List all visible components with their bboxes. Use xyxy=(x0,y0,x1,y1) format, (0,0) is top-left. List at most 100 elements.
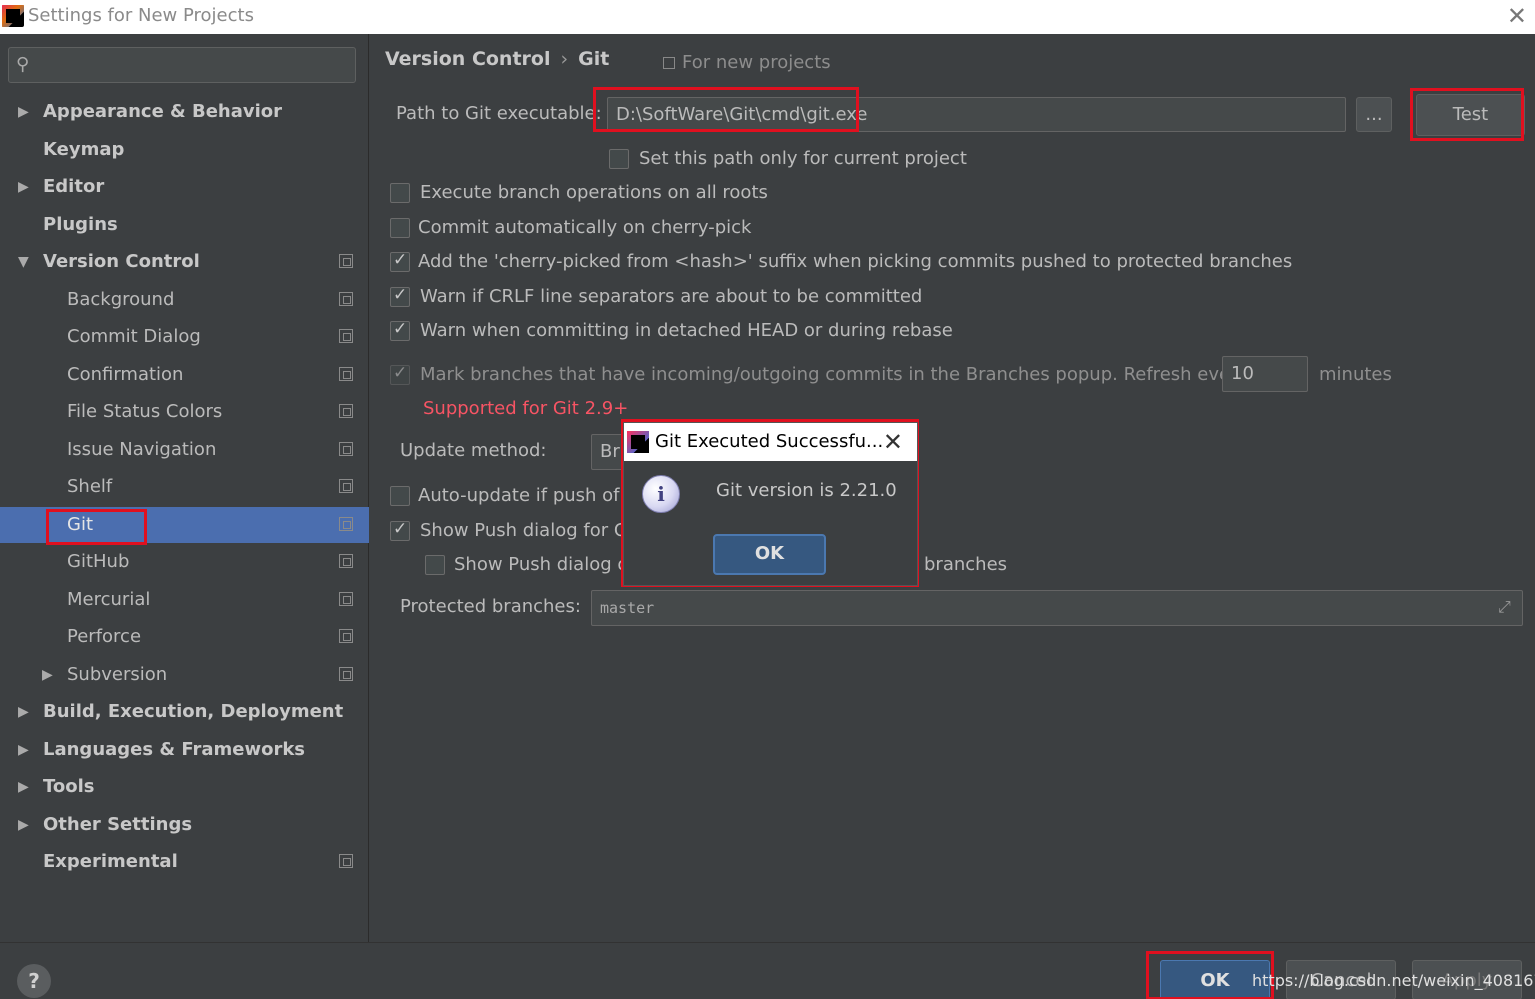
project-settings-icon xyxy=(339,404,353,418)
breadcrumb-item: Version Control xyxy=(385,48,551,70)
project-settings-icon xyxy=(339,329,353,343)
set-path-only-checkbox[interactable] xyxy=(609,149,629,169)
scope-note-text: For new projects xyxy=(682,52,831,73)
sidebar-item-plugins[interactable]: Plugins xyxy=(0,207,369,243)
sidebar-item-commit-dialog[interactable]: Commit Dialog xyxy=(0,319,369,355)
browse-button[interactable]: ... xyxy=(1356,97,1392,132)
sidebar-item-label: Background xyxy=(67,289,175,310)
dialog-message: Git version is 2.21.0 xyxy=(716,480,897,501)
project-settings-icon xyxy=(339,629,353,643)
expand-arrow-icon[interactable]: ▶ xyxy=(18,769,29,805)
sidebar-item-build[interactable]: ▶ Build, Execution, Deployment xyxy=(0,694,369,730)
settings-content: Version Control › Git For new projects Pat… xyxy=(370,34,1535,942)
close-icon[interactable]: ✕ xyxy=(1507,4,1527,28)
expand-arrow-icon[interactable]: ▶ xyxy=(18,169,29,205)
protected-branches-label: Protected branches: xyxy=(400,596,581,617)
highlight-box-git xyxy=(46,509,147,545)
auto-update-checkbox[interactable] xyxy=(390,486,410,506)
project-settings-icon xyxy=(663,57,675,69)
sidebar-item-github[interactable]: GitHub xyxy=(0,544,369,580)
mark-branches-label: Mark branches that have incoming/outgoin… xyxy=(420,364,1249,385)
close-icon[interactable]: ✕ xyxy=(883,428,903,456)
show-push-dialog-only-suffix: branches xyxy=(924,554,1008,575)
sidebar-item-background[interactable]: Background xyxy=(0,282,369,318)
project-settings-icon xyxy=(339,592,353,606)
sidebar-item-label: Mercurial xyxy=(67,589,151,610)
sidebar-item-label: Issue Navigation xyxy=(67,439,217,460)
option-label: Commit automatically on cherry-pick xyxy=(418,217,752,238)
mark-branches-checkbox[interactable] xyxy=(390,363,410,385)
dialog-ok-button[interactable]: OK xyxy=(713,534,826,575)
sidebar-item-label: Other Settings xyxy=(43,814,193,835)
sidebar-item-subversion[interactable]: ▶ Subversion xyxy=(0,657,369,693)
sidebar-item-file-status-colors[interactable]: File Status Colors xyxy=(0,394,369,430)
expand-arrow-icon[interactable]: ▶ xyxy=(42,657,53,693)
sidebar-item-other-settings[interactable]: ▶ Other Settings xyxy=(0,807,369,843)
sidebar-item-appearance[interactable]: ▶ Appearance & Behavior xyxy=(0,94,369,130)
sidebar-item-perforce[interactable]: Perforce xyxy=(0,619,369,655)
update-method-label: Update method: xyxy=(400,440,547,461)
expand-icon[interactable]: ⤢ xyxy=(1498,597,1511,617)
sidebar-item-experimental[interactable]: Experimental xyxy=(0,844,369,880)
supported-note: Supported for Git 2.9+ xyxy=(423,398,629,419)
highlight-box-test xyxy=(1410,88,1524,141)
chevron-right-icon: › xyxy=(560,48,569,70)
auto-update-label: Auto-update if push of xyxy=(418,485,620,506)
expand-arrow-icon[interactable]: ▶ xyxy=(18,732,29,768)
help-icon[interactable]: ? xyxy=(17,964,51,998)
warn-detached-head-checkbox[interactable] xyxy=(390,319,410,341)
highlight-box-path xyxy=(593,87,859,132)
execute-all-roots-checkbox[interactable] xyxy=(390,183,410,203)
option-label: Warn when committing in detached HEAD or… xyxy=(420,320,953,341)
option-label: Add the 'cherry-picked from <hash>' suff… xyxy=(418,251,1293,272)
expand-arrow-icon[interactable]: ▶ xyxy=(18,94,29,130)
project-settings-icon xyxy=(339,667,353,681)
expand-arrow-icon[interactable]: ▶ xyxy=(18,694,29,730)
warn-crlf-checkbox[interactable] xyxy=(390,285,410,307)
sidebar-item-issue-navigation[interactable]: Issue Navigation xyxy=(0,432,369,468)
refresh-minutes-input[interactable]: 10 xyxy=(1222,356,1308,392)
sidebar-item-editor[interactable]: ▶ Editor xyxy=(0,169,369,205)
window-title: Settings for New Projects xyxy=(28,5,254,26)
project-settings-icon xyxy=(339,367,353,381)
sidebar-item-label: Build, Execution, Deployment xyxy=(43,701,344,722)
cherry-picked-suffix-checkbox[interactable] xyxy=(390,250,410,272)
watermark: https://blog.csdn.net/weixin_40816738 xyxy=(1252,971,1535,990)
project-settings-icon xyxy=(339,479,353,493)
sidebar-item-keymap[interactable]: Keymap xyxy=(0,132,369,168)
sidebar-item-label: Shelf xyxy=(67,476,113,497)
option-label: Execute branch operations on all roots xyxy=(420,182,768,203)
sidebar-item-label: Languages & Frameworks xyxy=(43,739,306,760)
show-push-dialog-checkbox[interactable] xyxy=(390,519,410,541)
sidebar-item-languages[interactable]: ▶ Languages & Frameworks xyxy=(0,732,369,768)
set-path-only-label: Set this path only for current project xyxy=(639,148,967,169)
sidebar-item-mercurial[interactable]: Mercurial xyxy=(0,582,369,618)
git-success-dialog: Git Executed Successfu... ✕ i Git versio… xyxy=(623,422,918,586)
dialog-title: Git Executed Successfu... xyxy=(655,431,884,452)
search-input[interactable]: ⚲ xyxy=(8,47,356,83)
project-settings-icon xyxy=(339,254,353,268)
sidebar-item-label: Keymap xyxy=(43,139,125,160)
project-settings-icon xyxy=(339,292,353,306)
title-bar: Settings for New Projects ✕ xyxy=(0,0,1535,34)
option-label: Warn if CRLF line separators are about t… xyxy=(420,286,923,307)
sidebar-item-label: Editor xyxy=(43,176,105,197)
sidebar-item-confirmation[interactable]: Confirmation xyxy=(0,357,369,393)
sidebar-item-label: Subversion xyxy=(67,664,168,685)
sidebar-item-tools[interactable]: ▶ Tools xyxy=(0,769,369,805)
sidebar-item-label: Experimental xyxy=(43,851,178,872)
footer: ? OK Cancel Apply https://blog.csdn.net/… xyxy=(0,942,1535,999)
project-settings-icon xyxy=(339,442,353,456)
path-label: Path to Git executable: xyxy=(396,103,602,124)
dialog-title-bar: Git Executed Successfu... ✕ xyxy=(624,423,917,461)
show-push-dialog-only-label: Show Push dialog o xyxy=(454,554,629,575)
sidebar-item-version-control[interactable]: ▼ Version Control xyxy=(0,244,369,280)
sidebar-item-label: Tools xyxy=(43,776,95,797)
expand-arrow-icon[interactable]: ▶ xyxy=(18,807,29,843)
collapse-arrow-icon[interactable]: ▼ xyxy=(18,244,29,280)
commit-cherry-pick-checkbox[interactable] xyxy=(390,218,410,238)
intellij-icon xyxy=(2,5,24,27)
show-push-dialog-only-checkbox[interactable] xyxy=(425,555,445,575)
protected-branches-input[interactable]: master xyxy=(591,590,1523,626)
sidebar-item-shelf[interactable]: Shelf xyxy=(0,469,369,505)
